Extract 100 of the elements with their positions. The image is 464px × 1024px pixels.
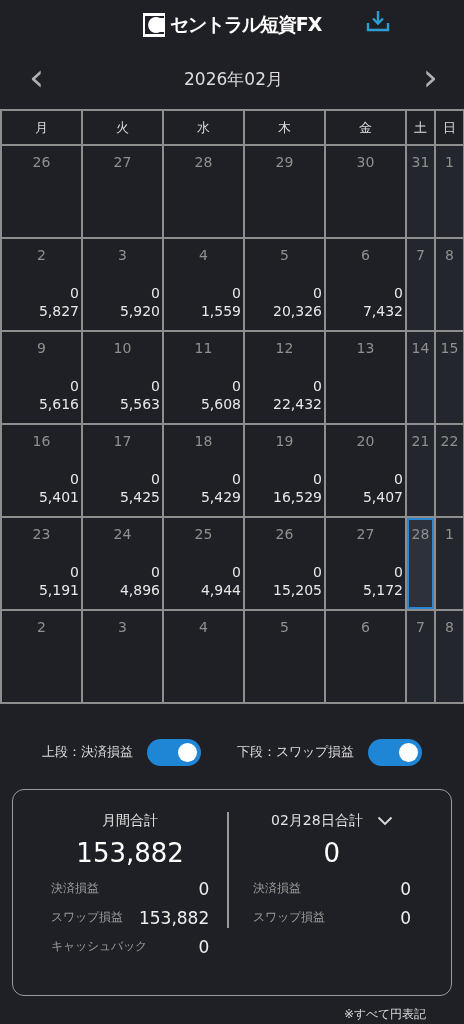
day-cell[interactable]: 4 [164, 611, 243, 702]
day-number: 7 [415, 246, 426, 263]
day-cell[interactable]: 1 [436, 518, 463, 609]
day-cell[interactable]: 7 [407, 239, 434, 330]
day-cell[interactable]: 8 [436, 611, 463, 702]
day-cell[interactable]: 26 0 15,205 [245, 518, 324, 609]
download-button[interactable] [366, 10, 390, 32]
logo-text: セントラル短資FX [169, 12, 322, 37]
day-number: 3 [117, 618, 128, 635]
day-number: 4 [198, 618, 209, 635]
day-cell[interactable]: 5 0 20,326 [245, 239, 324, 330]
day-cell[interactable]: 25 0 4,944 [164, 518, 243, 609]
day-cell[interactable]: 27 0 5,172 [326, 518, 405, 609]
settlement-value: 0 [313, 471, 322, 487]
day-number: 7 [415, 618, 426, 635]
day-cell[interactable]: 31 [407, 146, 434, 237]
toggle-switch[interactable] [147, 738, 201, 766]
day-number: 16 [31, 432, 52, 449]
day-cell[interactable]: 28 [407, 518, 434, 609]
day-cell[interactable]: 16 0 5,401 [2, 425, 81, 516]
day-cell[interactable]: 10 0 5,563 [83, 332, 162, 423]
day-cell[interactable]: 30 [326, 146, 405, 237]
day-number: 26 [31, 153, 52, 170]
day-number: 3 [117, 246, 128, 263]
day-cell[interactable]: 7 [407, 611, 434, 702]
day-cell[interactable]: 21 [407, 425, 434, 516]
settlement-value: 0 [232, 564, 241, 580]
swap-value: 5,608 [200, 396, 241, 412]
day-cell[interactable]: 2 0 5,827 [2, 239, 81, 330]
day-cell[interactable]: 12 0 22,432 [245, 332, 324, 423]
summary-total: 153,882 [75, 838, 185, 868]
logo-icon [142, 13, 165, 37]
summary-value: 0 [400, 878, 411, 899]
day-cell[interactable]: 6 [326, 611, 405, 702]
summary-total: 0 [322, 838, 342, 868]
day-number: 10 [112, 339, 133, 356]
day-number: 27 [355, 525, 376, 542]
settlement-value: 0 [151, 378, 160, 394]
day-cell[interactable]: 5 [245, 611, 324, 702]
day-cell[interactable]: 22 [436, 425, 463, 516]
day-cell[interactable]: 24 0 4,896 [83, 518, 162, 609]
day-cell[interactable]: 26 [2, 146, 81, 237]
summary-value: 0 [198, 878, 210, 899]
swap-value: 5,401 [38, 489, 79, 505]
day-number: 6 [360, 246, 371, 263]
swap-value: 5,429 [200, 489, 241, 505]
toggle-label: 上段：決済損益 [42, 743, 133, 761]
day-cell[interactable]: 9 0 5,616 [2, 332, 81, 423]
swap-value: 7,432 [362, 303, 403, 319]
day-number: 17 [112, 432, 133, 449]
day-cell[interactable]: 23 0 5,191 [2, 518, 81, 609]
day-number: 11 [193, 339, 214, 356]
day-cell[interactable]: 6 0 7,432 [326, 239, 405, 330]
summary-title: 02月28日合計 [271, 812, 363, 830]
swap-value: 5,425 [119, 489, 160, 505]
day-number: 30 [355, 153, 376, 170]
toggle-switch[interactable] [368, 738, 422, 766]
day-number: 15 [439, 339, 460, 356]
day-number: 27 [112, 153, 133, 170]
day-number: 19 [274, 432, 295, 449]
day-number: 8 [444, 618, 455, 635]
settlement-value: 0 [394, 564, 403, 580]
day-number: 5 [279, 246, 290, 263]
day-number: 5 [279, 618, 290, 635]
next-month-button[interactable]: › [418, 61, 442, 98]
day-cell[interactable]: 19 0 16,529 [245, 425, 324, 516]
day-cell[interactable]: 29 [245, 146, 324, 237]
day-number: 2 [36, 618, 47, 635]
day-cell[interactable]: 2 [2, 611, 81, 702]
day-cell[interactable]: 17 0 5,425 [83, 425, 162, 516]
day-cell[interactable]: 4 0 1,559 [164, 239, 243, 330]
day-cell[interactable]: 28 [164, 146, 243, 237]
day-number: 8 [444, 246, 455, 263]
summary-label: キャッシュバック [51, 938, 147, 955]
day-number: 26 [274, 525, 295, 542]
day-number: 28 [193, 153, 214, 170]
day-number: 31 [410, 153, 431, 170]
day-cell[interactable]: 3 [83, 611, 162, 702]
settlement-value: 0 [70, 471, 79, 487]
day-cell[interactable]: 27 [83, 146, 162, 237]
day-cell[interactable]: 8 [436, 239, 463, 330]
dropdown-button[interactable] [376, 816, 393, 826]
day-number: 4 [198, 246, 209, 263]
swap-value: 5,920 [119, 303, 160, 319]
day-cell[interactable]: 3 0 5,920 [83, 239, 162, 330]
day-number: 14 [410, 339, 431, 356]
day-cell[interactable]: 14 [407, 332, 434, 423]
day-cell[interactable]: 13 [326, 332, 405, 423]
day-cell[interactable]: 11 0 5,608 [164, 332, 243, 423]
day-cell[interactable]: 15 [436, 332, 463, 423]
day-cell[interactable]: 1 [436, 146, 463, 237]
swap-value: 5,172 [362, 582, 403, 598]
day-number: 1 [444, 525, 455, 542]
day-cell[interactable]: 18 0 5,429 [164, 425, 243, 516]
settlement-value: 0 [313, 378, 322, 394]
previous-month-button[interactable]: ‹ [25, 61, 49, 98]
day-number: 1 [444, 153, 455, 170]
day-number: 6 [360, 618, 371, 635]
day-number: 21 [410, 432, 431, 449]
day-cell[interactable]: 20 0 5,407 [326, 425, 405, 516]
